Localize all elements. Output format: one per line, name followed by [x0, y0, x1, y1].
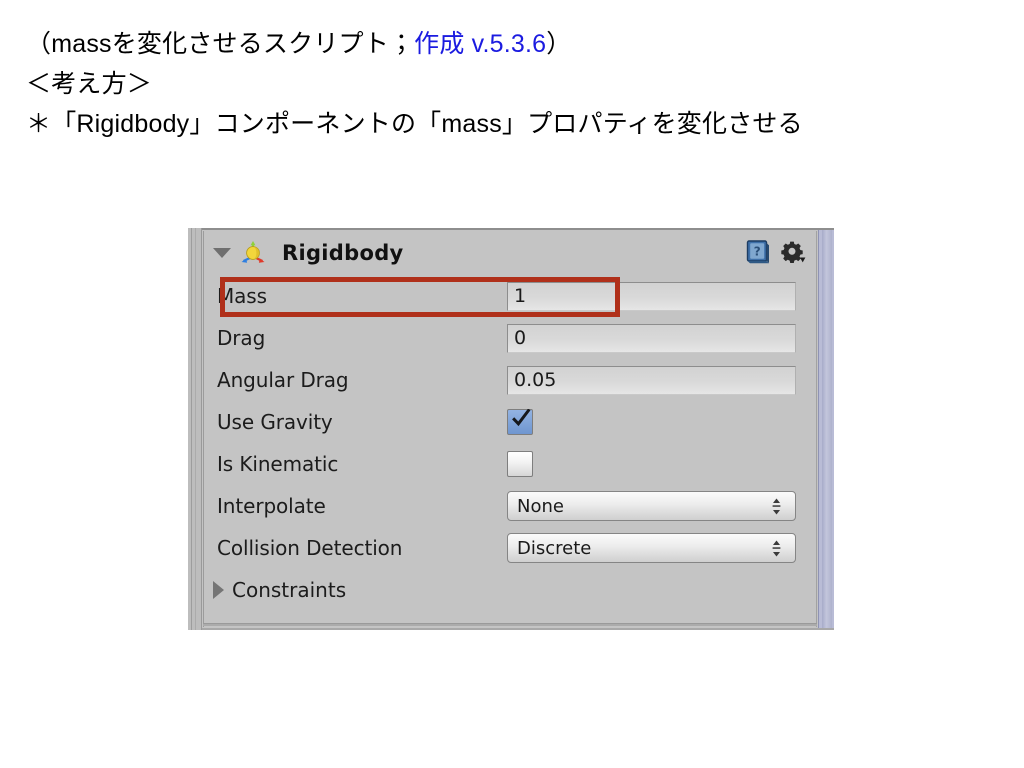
property-row-mass[interactable]: Mass 1 — [204, 275, 816, 317]
scrollbar-thumb[interactable] — [822, 230, 832, 628]
property-label: Drag — [217, 326, 266, 350]
property-row-collision-detection[interactable]: Collision Detection Discrete — [204, 527, 816, 569]
inspector-left-gutter — [188, 228, 202, 630]
slide-version-accent: 作成 v.5.3.6 — [414, 30, 547, 58]
help-book-icon[interactable]: ? — [746, 239, 771, 264]
component-title: Rigidbody — [282, 241, 404, 265]
component-header-icons: ? — [746, 239, 806, 264]
rigidbody-icon — [240, 240, 266, 266]
slide-line-1-suffix: ） — [546, 30, 572, 58]
property-row-use-gravity[interactable]: Use Gravity — [204, 401, 816, 443]
slide-line-2: ＜考え方＞ — [26, 70, 153, 98]
checkmark-icon — [511, 408, 531, 429]
chevron-down-icon[interactable] — [213, 248, 231, 258]
mass-input[interactable]: 1 — [507, 281, 796, 311]
dropdown-value: None — [517, 495, 564, 517]
slide-line-1-prefix: （massを変化させるスクリプト； — [26, 30, 415, 58]
svg-text:?: ? — [754, 244, 761, 258]
angular-drag-input[interactable]: 0.05 — [507, 365, 796, 395]
chevron-right-icon[interactable] — [213, 581, 224, 599]
inspector-vertical-scrollbar[interactable] — [818, 230, 834, 628]
updown-arrows-icon — [770, 539, 783, 558]
property-row-is-kinematic[interactable]: Is Kinematic — [204, 443, 816, 485]
collision-detection-dropdown[interactable]: Discrete — [507, 533, 796, 563]
constraints-foldout[interactable]: Constraints — [204, 569, 816, 611]
constraints-label: Constraints — [232, 578, 347, 602]
slide-text-block: （massを変化させるスクリプト；作成 v.5.3.6） ＜考え方＞ ＊「Rig… — [26, 24, 1006, 144]
panel-bottom-divider — [203, 623, 817, 626]
gear-icon[interactable] — [780, 240, 806, 264]
component-header[interactable]: Rigidbody ? — [204, 231, 816, 275]
slide-line-3: ＊「Rigidbody」コンポーネントの「mass」プロパティを変化させる — [26, 110, 803, 138]
property-row-interpolate[interactable]: Interpolate None — [204, 485, 816, 527]
use-gravity-checkbox[interactable] — [507, 408, 533, 435]
property-label: Is Kinematic — [217, 452, 339, 476]
updown-arrows-icon — [770, 497, 783, 516]
is-kinematic-checkbox[interactable] — [507, 451, 533, 477]
property-label: Use Gravity — [217, 410, 333, 434]
property-label: Mass — [217, 284, 267, 308]
property-label: Collision Detection — [217, 536, 403, 560]
property-label: Interpolate — [217, 494, 326, 518]
property-row-drag[interactable]: Drag 0 — [204, 317, 816, 359]
property-label: Angular Drag — [217, 368, 349, 392]
property-row-angular-drag[interactable]: Angular Drag 0.05 — [204, 359, 816, 401]
slide-line-1: （massを変化させるスクリプト；作成 v.5.3.6） — [26, 24, 1006, 64]
interpolate-dropdown[interactable]: None — [507, 491, 796, 521]
drag-input[interactable]: 0 — [507, 323, 796, 353]
dropdown-value: Discrete — [517, 537, 592, 559]
rigidbody-inspector-panel: Rigidbody ? Mass 1 Drag 0 Angular Drag 0… — [188, 228, 834, 630]
inspector-content: Rigidbody ? Mass 1 Drag 0 Angular Drag 0… — [203, 231, 817, 627]
